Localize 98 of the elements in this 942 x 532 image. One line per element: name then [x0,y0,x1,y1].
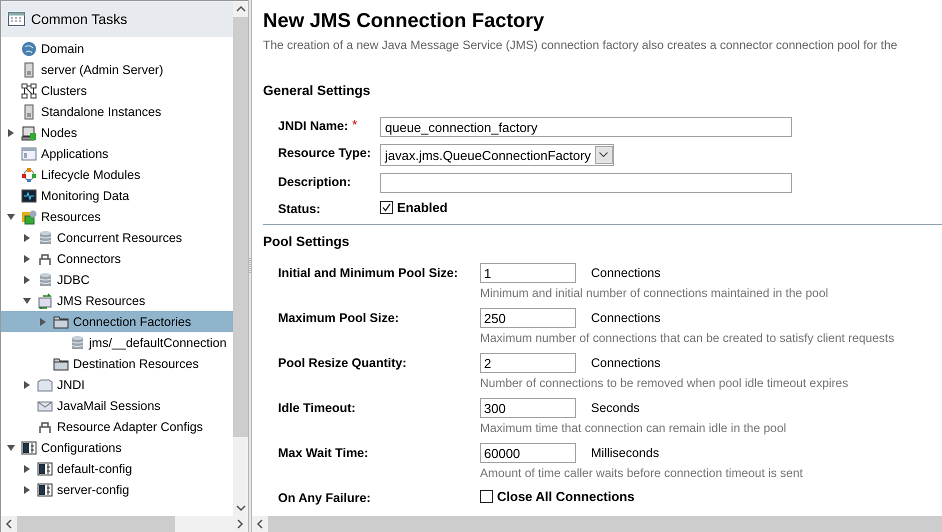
scroll-right-icon[interactable] [235,519,245,529]
checkbox-label: Enabled [397,200,448,215]
database-icon [69,334,85,350]
number-field[interactable]: 250 [480,308,576,328]
tree-item[interactable]: Resources [1,206,233,227]
field-label: Description: [278,174,351,189]
checkbox[interactable] [480,490,493,503]
config-icon [37,482,53,498]
collapsed-triangle-icon[interactable] [23,380,31,388]
collapsed-triangle-icon[interactable] [23,276,31,284]
unit-label: Connections [591,311,660,325]
tree-item[interactable]: Resource Adapter Configs [1,416,233,437]
field-label: Pool Resize Quantity: [278,355,408,372]
tree-item[interactable]: JMS Resources [1,290,233,311]
vertical-scrollbar[interactable] [233,1,248,516]
resources-icon [21,208,37,224]
config-icon [37,460,53,476]
scroll-down-icon[interactable] [236,503,246,513]
field-label: Initial and Minimum Pool Size: [278,265,459,282]
checkbox-label: Close All Connections [497,489,634,504]
tree-item[interactable]: Connection Factories [1,311,233,332]
computer-icon [21,124,37,140]
config-icon [21,440,37,456]
field-label: Resource Type: [278,145,371,160]
tree-item[interactable]: Standalone Instances [1,101,233,122]
caret-icon [599,152,608,158]
monitor-icon [21,188,37,204]
tree-item[interactable]: server (Admin Server) [1,59,233,80]
tree-item[interactable]: jms/__defaultConnection [1,332,233,353]
field-label: Idle Timeout: [278,400,357,417]
collapsed-triangle-icon[interactable] [23,486,31,494]
number-field[interactable]: 1 [480,263,576,283]
tree-item[interactable]: Nodes [1,122,233,143]
horizontal-scrollbar[interactable] [252,516,942,532]
expanded-triangle-icon[interactable] [7,212,15,220]
envelope-icon [37,292,53,308]
tree-item[interactable]: Monitoring Data [1,185,233,206]
field-label: Max Wait Time: [278,445,370,462]
collapsed-triangle-icon[interactable] [23,254,31,262]
expanded-triangle-icon[interactable] [23,296,31,304]
tree-item[interactable]: Destination Resources [1,353,233,374]
scroll-left-icon[interactable] [255,519,265,529]
tree-item[interactable]: JDBC [1,269,233,290]
field-label: On Any Failure: [278,490,372,505]
required-asterisk: * [352,117,358,133]
page-title: New JMS Connection Factory [263,10,546,33]
folder-icon [53,314,69,330]
text-field[interactable] [380,173,792,193]
tree-item[interactable]: Connectors [1,248,233,269]
expanded-triangle-icon[interactable] [7,444,15,452]
folder-icon [53,356,69,372]
help-text: Maximum number of connections that can be created to satisfy client requests [480,331,894,345]
collapsed-triangle-icon[interactable] [39,318,47,326]
tree-item[interactable]: Clusters [1,80,233,101]
window-icon [21,146,37,162]
tree-item[interactable]: default-config [1,458,233,479]
table-icon [8,12,25,26]
field-label: Maximum Pool Size: [278,310,400,327]
text-field[interactable]: queue_connection_factory [380,117,792,137]
scroll-up-icon[interactable] [236,4,246,14]
database-icon [37,272,53,288]
tree-item[interactable]: Applications [1,143,233,164]
help-text: Maximum time that connection can remain idle in the pool [480,421,786,435]
horizontal-scrollbar[interactable] [1,516,248,532]
panel-title: Common Tasks [31,11,128,27]
cluster-icon [21,82,37,98]
tree-item[interactable]: JNDI [1,374,233,395]
number-field[interactable]: 300 [480,398,576,418]
unit-label: Seconds [591,401,640,415]
section-heading: Pool Settings [263,233,350,251]
tree-item[interactable]: Concurrent Resources [1,227,233,248]
database-icon [37,230,53,246]
page-description: The creation of a new Java Message Service (JMS) connection factory also creates a connector connection pool for the [263,38,898,52]
lifecycle-icon [21,166,37,182]
number-field[interactable]: 60000 [480,443,576,463]
collapsed-triangle-icon[interactable] [23,234,31,242]
field-label: Status: [278,201,320,216]
scroll-left-icon[interactable] [4,519,14,529]
tree-item[interactable]: server-config [1,479,233,500]
section-heading: General Settings [263,82,372,100]
checkbox[interactable] [380,201,393,214]
globe-icon [21,40,37,56]
unit-label: Connections [591,356,660,370]
unit-label: Connections [591,266,660,280]
tree-item[interactable]: Lifecycle Modules [1,164,233,185]
collapsed-triangle-icon[interactable] [7,128,15,136]
tree-item[interactable]: Configurations [1,437,233,458]
number-field[interactable]: 2 [480,353,576,373]
field-label: JNDI Name: [278,118,348,133]
resource-type-select[interactable]: javax.jms.QueueConnectionFactory [380,144,614,166]
help-text: Amount of time caller waits before connection timeout is sent [480,466,803,480]
collapsed-triangle-icon[interactable] [23,464,31,472]
tree-item[interactable]: JavaMail Sessions [1,395,233,416]
help-text: Minimum and initial number of connections maintained in the pool [480,286,828,300]
help-text: Number of connections to be removed when pool idle timeout expires [480,376,848,390]
jndi-icon [37,376,53,392]
unit-label: Milliseconds [591,446,660,460]
tree-item[interactable]: Domain [1,38,233,59]
